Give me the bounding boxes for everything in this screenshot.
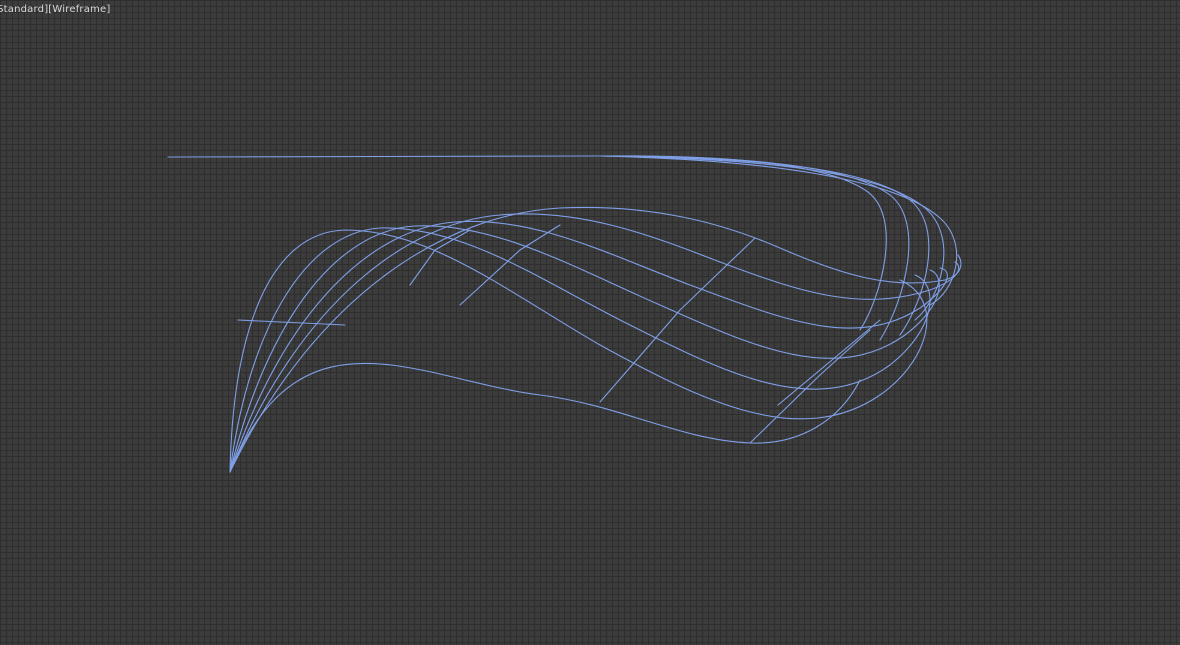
mesh-edge-cross-2	[409, 229, 471, 286]
mesh-edge-bottom	[229, 362, 861, 473]
mesh-edge-long-2	[229, 227, 931, 473]
mesh-edge-long-1	[229, 229, 928, 473]
mesh-edge-upper-3	[599, 155, 930, 336]
viewport-perspective[interactable]: [Standard][Wireframe]	[0, 0, 1180, 645]
mesh-edge-long-5	[229, 213, 960, 473]
mesh-edge-cross-4	[599, 237, 756, 403]
mesh-edge-upper-4	[599, 155, 945, 321]
mesh-edge-long-3	[229, 225, 940, 473]
mesh-edges	[167, 155, 962, 473]
mesh-edge-long-6	[229, 206, 962, 473]
mesh-edge-long-4	[229, 220, 948, 473]
wireframe-mesh[interactable]	[0, 0, 1180, 645]
mesh-edge-cross-3	[459, 224, 561, 306]
mesh-edge-cross-6	[777, 319, 881, 406]
mesh-edge-cross-1	[237, 319, 346, 326]
mesh-edge-cross-5	[749, 329, 871, 444]
mesh-edge-top	[167, 155, 601, 158]
